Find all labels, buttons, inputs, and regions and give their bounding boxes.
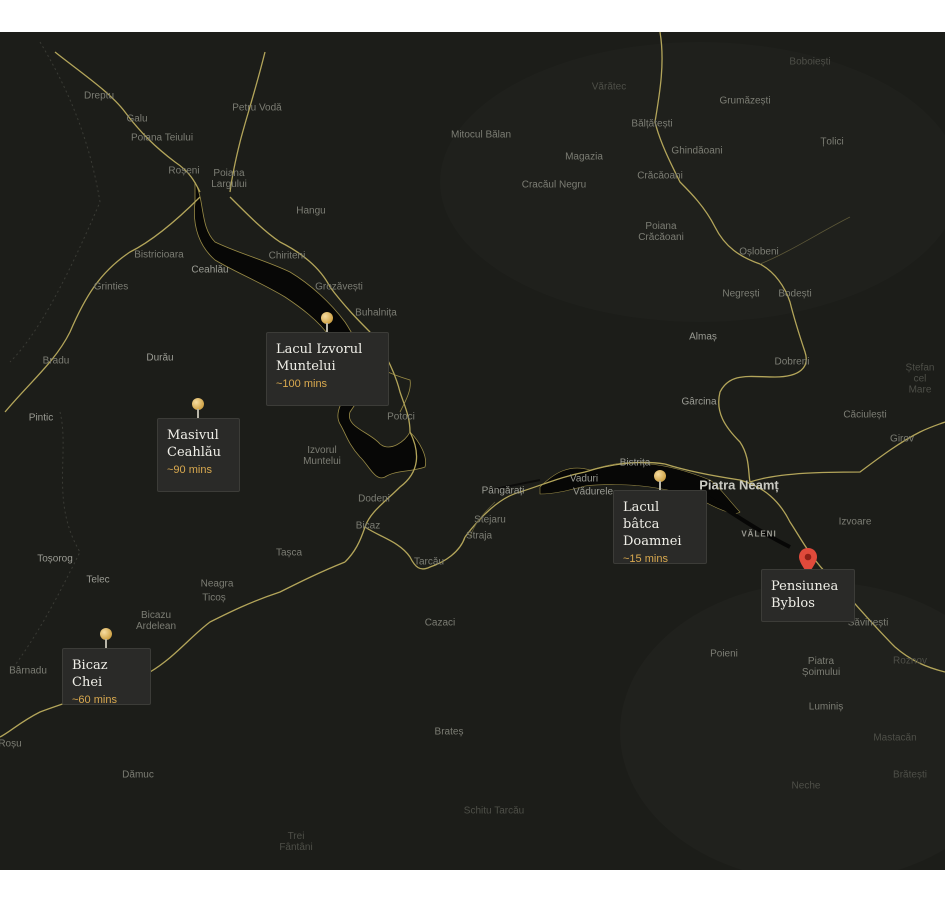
- place-label: Potoci: [387, 411, 415, 423]
- place-label: Poieni: [710, 648, 738, 660]
- card-travel-time: ~15 mins: [623, 553, 668, 565]
- place-label: Grinties: [93, 281, 129, 293]
- destination-card-lacul-izvorul-muntelui[interactable]: Lacul Izvorul Muntelui ~100 mins: [266, 332, 389, 406]
- map-base-layer: [0, 32, 945, 870]
- card-title: Lacul Izvorul Muntelui: [276, 342, 363, 374]
- place-label: Bicaz: [355, 520, 381, 532]
- card-travel-time: ~60 mins: [72, 694, 117, 706]
- place-label: Trei Fântâni: [279, 831, 313, 853]
- bottom-margin: [0, 870, 945, 907]
- place-label: Izvorul Muntelui: [303, 445, 341, 467]
- card-title: Masivul Ceahlău: [167, 428, 222, 460]
- place-label: Negrești: [722, 288, 760, 300]
- place-label: Vărătec: [591, 81, 627, 93]
- place-label: Cazaci: [424, 617, 456, 629]
- place-label: Cracăul Negru: [521, 179, 587, 191]
- place-label: Dobreni: [774, 356, 810, 368]
- place-label: Ceahlău: [191, 264, 229, 276]
- place-label: Dodeni: [358, 493, 390, 505]
- place-label: Tașca: [275, 547, 303, 559]
- place-label: VĂLENI: [741, 529, 777, 539]
- place-label: Durău: [146, 352, 174, 364]
- place-label: Almaș: [689, 331, 717, 343]
- place-label: Oșlobeni: [739, 246, 779, 258]
- place-label: Ticoș: [202, 592, 226, 604]
- place-label: Brateș: [434, 726, 464, 738]
- place-label: Pintic: [28, 412, 54, 424]
- place-label: Țolici: [820, 136, 844, 148]
- place-label: Poiana Teiului: [130, 132, 194, 144]
- place-label: Poiana Largului: [211, 168, 247, 190]
- place-label: Bârnadu: [9, 665, 47, 677]
- place-label: Grozăvești: [315, 281, 363, 293]
- place-label: Poiana Crăcăoani: [638, 221, 684, 243]
- place-label: Crăcăoani: [637, 170, 683, 182]
- place-label: Neagra: [200, 578, 234, 590]
- place-label: Căciulești: [843, 409, 887, 421]
- place-label: Ghindăoani: [671, 145, 723, 157]
- place-label: Grumăzești: [719, 95, 771, 107]
- place-label: Petru Vodă: [232, 102, 282, 114]
- place-label: Bălțătești: [631, 118, 673, 130]
- place-label: Buhalnița: [355, 307, 397, 319]
- card-title: Lacul bâtca Doamnei: [623, 500, 682, 549]
- card-travel-time: ~90 mins: [167, 464, 212, 476]
- destination-card-pensiunea-byblos[interactable]: Pensiunea Byblos: [761, 569, 855, 622]
- place-label: Schitu Tarcău: [463, 805, 525, 817]
- place-label: Magazia: [565, 151, 603, 163]
- destination-card-bicaz-chei[interactable]: Bicaz Chei ~60 mins: [62, 648, 151, 706]
- place-label: Piatra Șoimului: [801, 656, 841, 678]
- card-title: Bicaz Chei: [72, 658, 108, 690]
- gold-pin-icon[interactable]: [654, 470, 666, 492]
- place-label: Bicazu Ardelean: [135, 610, 177, 632]
- card-title: Pensiunea Byblos: [771, 579, 839, 611]
- card-travel-time: ~100 mins: [276, 378, 328, 390]
- place-label: Toșorog: [37, 553, 73, 565]
- place-label: Bistricioara: [134, 249, 184, 261]
- place-label: Bradu: [42, 355, 70, 367]
- gold-pin-icon[interactable]: [321, 312, 333, 334]
- place-label: Vaduri: [569, 473, 599, 485]
- destination-card-lacul-batca-doamnei[interactable]: Lacul bâtca Doamnei ~15 mins: [613, 490, 707, 565]
- place-label: Brătești: [893, 769, 927, 781]
- place-label: Roșeni: [168, 165, 200, 177]
- place-label: Roznov: [893, 655, 927, 667]
- place-label: Girov: [890, 433, 914, 445]
- map-canvas[interactable]: Dreptu Galu Petru Vodă Poiana Teiului Ro…: [0, 32, 945, 870]
- place-label: Luminiș: [808, 701, 844, 713]
- place-label: Straja: [465, 530, 493, 542]
- top-margin: [0, 0, 945, 32]
- place-label: Stejaru: [474, 514, 506, 526]
- place-label: Mitocul Bălan: [450, 129, 512, 141]
- destination-card-masivul-ceahlau[interactable]: Masivul Ceahlău ~90 mins: [157, 418, 240, 492]
- place-label: Mastacăn: [873, 732, 917, 744]
- place-label-city: Piatra Neamț: [699, 477, 779, 493]
- place-label: Neche: [791, 780, 821, 792]
- place-label: Dămuc: [122, 769, 154, 781]
- gold-pin-icon[interactable]: [192, 398, 204, 420]
- place-label: Vădurele: [572, 486, 614, 498]
- place-label: Galu: [126, 113, 148, 125]
- place-label: Tarcău: [413, 556, 445, 568]
- place-label: Dreptu: [83, 90, 115, 102]
- place-label: Ștefan cel Mare: [905, 362, 935, 396]
- place-label: Boboiești: [789, 56, 831, 68]
- place-label: Roșu: [0, 738, 22, 750]
- place-label: Gârcina: [681, 396, 717, 408]
- place-label: Telec: [86, 574, 110, 586]
- place-label: Hangu: [296, 205, 326, 217]
- place-label: Bistrița: [619, 457, 651, 469]
- place-label: Bodești: [778, 288, 812, 300]
- gold-pin-icon[interactable]: [100, 628, 112, 650]
- place-label: Pângărați: [481, 485, 525, 497]
- place-label: Izvoare: [838, 516, 872, 528]
- place-label: Chiriteni: [268, 250, 306, 262]
